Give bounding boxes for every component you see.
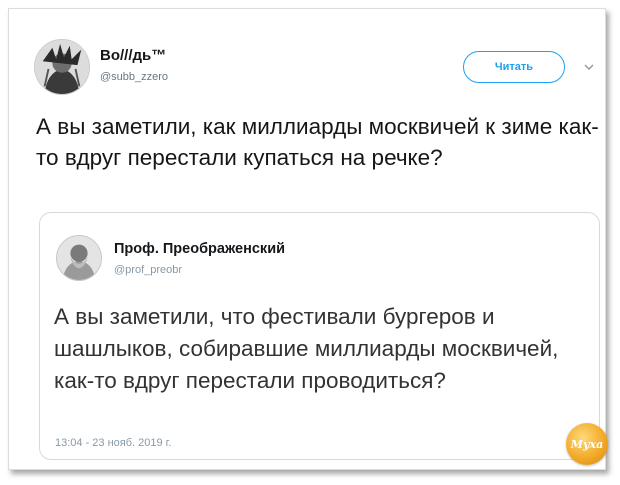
watermark-text: Муха	[570, 437, 604, 451]
quoted-author-avatar-image	[57, 236, 101, 280]
quoted-author-name[interactable]: Проф. Преображенский	[114, 241, 285, 257]
quoted-tweet-timestamp[interactable]: 13:04 - 23 нояб. 2019 г.	[55, 437, 171, 449]
author-handle[interactable]: @subb_zzero	[100, 71, 168, 83]
author-avatar-image	[35, 40, 89, 94]
chevron-down-icon[interactable]	[583, 61, 595, 73]
tweet-card: Во///дь™ @subb_zzero Читать А вы заметил…	[8, 8, 608, 470]
tweet-text: А вы заметили, как миллиарды москвичей к…	[36, 114, 599, 170]
follow-button[interactable]: Читать	[463, 51, 565, 83]
quoted-tweet-text: А вы заметили, что фестивали бургеров и …	[54, 304, 559, 393]
author-name[interactable]: Во///дь™	[100, 47, 166, 64]
watermark-logo: Муха	[566, 423, 608, 465]
quoted-author-handle[interactable]: @prof_preobr	[114, 264, 182, 276]
quoted-author-avatar[interactable]	[56, 235, 102, 281]
author-avatar[interactable]	[34, 39, 90, 95]
quoted-tweet[interactable]: Проф. Преображенский @prof_preobr А вы з…	[39, 212, 600, 460]
